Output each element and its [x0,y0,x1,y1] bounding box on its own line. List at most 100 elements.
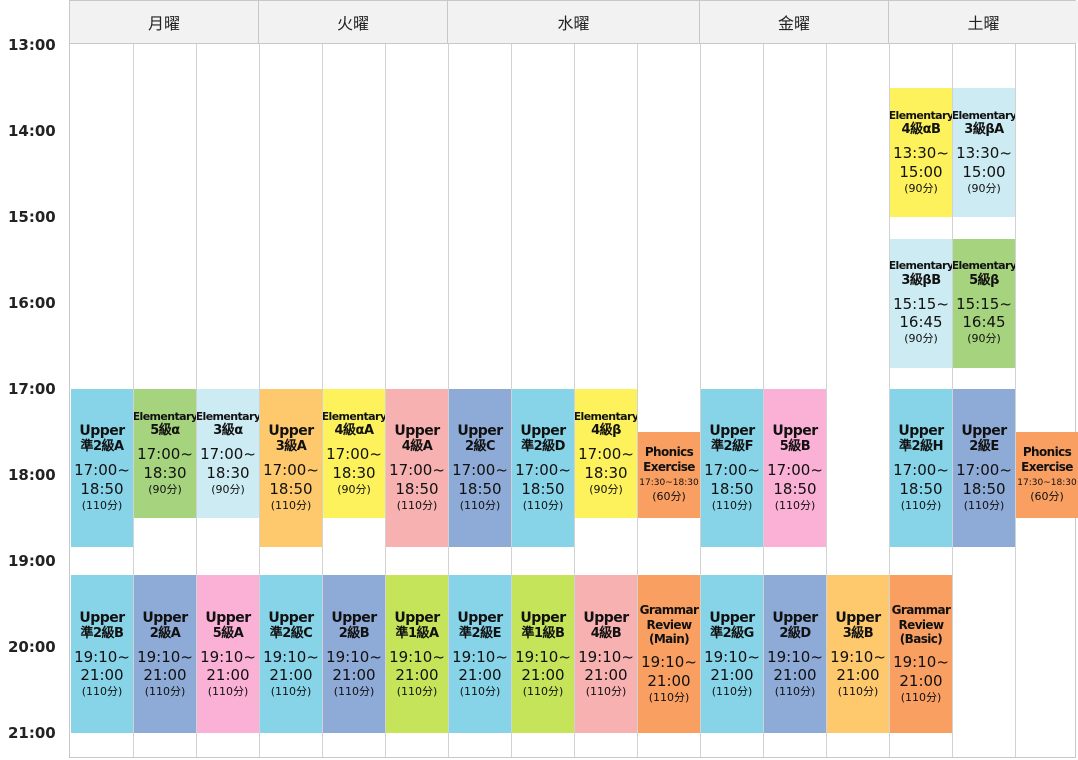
class-block: Upper 2級D 19:10~ 21:00 (110分) [764,575,826,733]
class-name: Upper [394,423,440,440]
class-level: 準2級E [459,625,501,641]
class-time-start: 17:30~18:30 [1017,478,1077,489]
class-duration: (110分) [900,690,942,704]
class-level: 準2級G [710,625,754,641]
class-name: Phonics [644,444,694,459]
class-name: Upper [898,423,944,440]
class-name: Elementary [890,259,952,273]
class-time-start: 19:10~ [704,647,760,666]
class-level: 4級A [401,439,433,455]
class-name: Elementary [323,409,385,423]
class-time: 19:10~ 21:00 (110分) [74,648,130,699]
class-time-end: 18:50 [269,479,313,498]
class-time: 17:00~ 18:50 (110分) [389,461,445,512]
class-time-end: 21:00 [80,666,124,685]
class-duration: (110分) [648,690,690,704]
class-time: 17:00~ 18:30 (90分) [326,445,382,496]
class-duration: (90分) [211,482,245,496]
class-time-start: 19:10~ [515,647,571,666]
class-name: Elementary [197,409,259,423]
class-time-start: 19:10~ [263,647,319,666]
class-time-end: 21:00 [647,671,691,690]
class-time: 17:00~ 18:50 (110分) [704,461,760,512]
class-level: 5級β [969,272,999,288]
class-time: 13:30~ 15:00 (90分) [893,144,949,195]
class-duration: (110分) [711,498,753,512]
class-duration: (110分) [207,685,249,699]
class-time: 17:00~ 18:30 (90分) [200,445,256,496]
class-level: 4級αB [901,122,941,138]
class-block: Upper 2級E 17:00~ 18:50 (110分) [953,389,1015,547]
class-block: Upper 5級B 17:00~ 18:50 (110分) [764,389,826,547]
class-name: Upper [142,609,188,626]
day-header-1: 火曜 [259,1,448,43]
class-level: Review [646,617,693,632]
class-time-end: 18:50 [80,479,124,498]
class-block: Upper 3級A 17:00~ 18:50 (110分) [260,389,322,547]
class-level: 2級E [969,439,999,455]
class-time-end: 18:30 [143,463,187,482]
class-block: Grammar Review (Main) 19:10~ 21:00 (110分) [638,575,700,733]
class-name: Upper [457,423,503,440]
class-level: 2級B [338,625,370,641]
class-time-start: 15:15~ [956,294,1012,313]
class-level: 4級β [591,423,621,439]
class-block: Phonics Exercise 17:30~18:30 (60分) [638,432,700,518]
class-name: Upper [268,609,314,626]
class-level: 5級α [150,423,180,439]
class-block: Phonics Exercise 17:30~18:30 (60分) [1016,432,1078,518]
class-duration: (110分) [522,685,564,699]
class-name: Upper [520,609,566,626]
class-block: Upper 準2級H 17:00~ 18:50 (110分) [890,389,952,547]
class-time-end: 18:30 [332,463,376,482]
class-block: Upper 2級B 19:10~ 21:00 (110分) [323,575,385,733]
class-time-start: 19:10~ [641,653,697,672]
class-time-end: 21:00 [836,666,880,685]
class-block: Elementary 4級αB 13:30~ 15:00 (90分) [890,88,952,217]
class-name: Phonics [1022,444,1072,459]
class-duration: (110分) [459,498,501,512]
class-name: Upper [79,609,125,626]
class-block: Upper 準2級E 19:10~ 21:00 (110分) [449,575,511,733]
class-duration: (90分) [967,332,1001,346]
class-level: 準2級C [269,625,313,641]
class-time: 19:10~ 21:00 (110分) [704,648,760,699]
class-time: 17:00~ 18:30 (90分) [578,445,634,496]
class-time-end: 18:30 [206,463,250,482]
class-time: 19:10~ 21:00 (110分) [326,648,382,699]
class-name: Elementary [575,409,637,423]
class-time-start: 17:00~ [767,461,823,480]
class-time-start: 17:00~ [452,461,508,480]
class-name: Upper [394,609,440,626]
class-time-start: 13:30~ [893,144,949,163]
class-duration: (110分) [144,685,186,699]
class-block: Upper 準2級B 19:10~ 21:00 (110分) [71,575,133,733]
class-time-end: 18:50 [521,479,565,498]
class-time-end: 21:00 [269,666,313,685]
class-time: 17:30~18:30 (60分) [639,478,698,504]
class-time-end: 18:50 [962,479,1006,498]
class-block: Upper 準2級D 17:00~ 18:50 (110分) [512,389,574,547]
class-time-end: 21:00 [521,666,565,685]
class-time-start: 13:30~ [956,144,1012,163]
class-time: 19:10~ 21:00 (110分) [767,648,823,699]
class-time: 19:10~ 21:00 (110分) [200,648,256,699]
time-label: 21:00 [8,724,56,742]
header-divider [70,43,1075,44]
class-time: 19:10~ 21:00 (110分) [893,653,949,704]
class-level: 4級B [590,625,622,641]
class-level: Exercise [1021,459,1073,474]
class-time-end: 18:50 [395,479,439,498]
time-label: 20:00 [8,638,56,656]
class-name: Elementary [953,108,1015,122]
class-block: Elementary 3級α 17:00~ 18:30 (90分) [197,389,259,518]
class-time: 19:10~ 21:00 (110分) [389,648,445,699]
class-block: Elementary 5級β 15:15~ 16:45 (90分) [953,238,1015,368]
class-time: 17:00~ 18:50 (110分) [767,461,823,512]
class-time-start: 19:10~ [326,647,382,666]
class-duration: (110分) [333,685,375,699]
class-name: Upper [457,609,503,626]
time-label: 17:00 [8,380,56,398]
class-time: 19:10~ 21:00 (110分) [452,648,508,699]
class-duration: (90分) [337,482,371,496]
